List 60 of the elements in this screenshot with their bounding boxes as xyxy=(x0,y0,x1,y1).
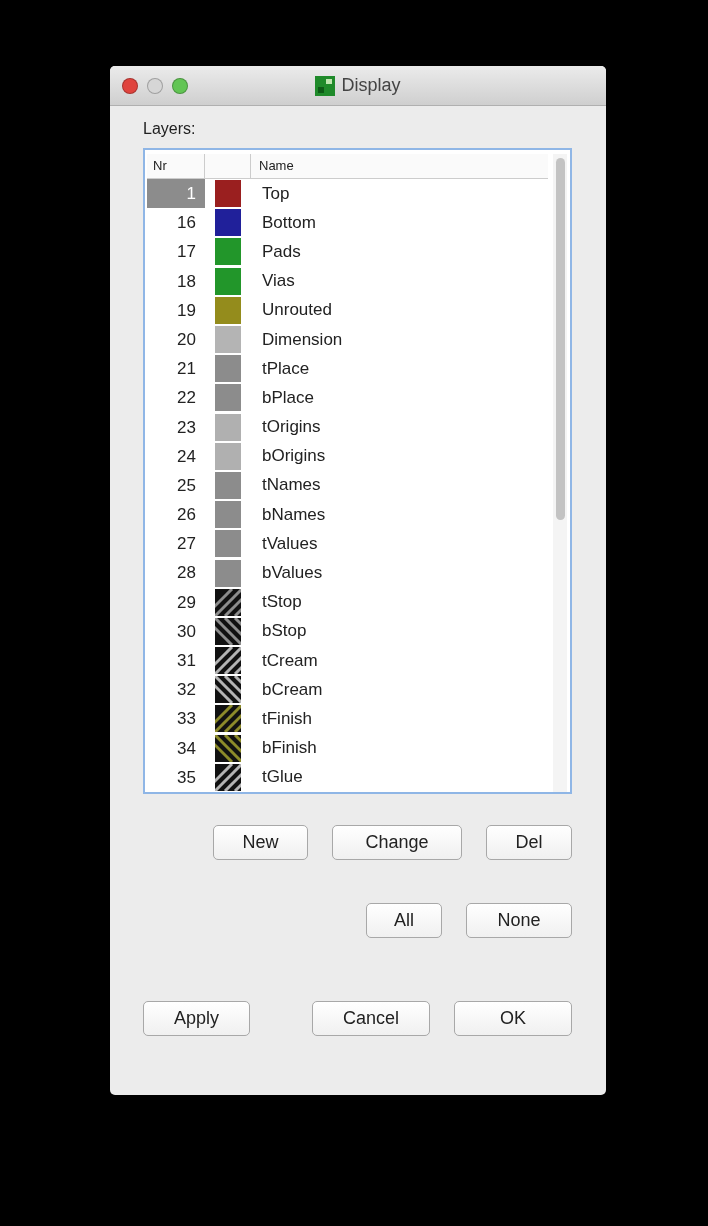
zoom-button[interactable] xyxy=(172,77,188,94)
layer-name[interactable]: Bottom xyxy=(250,212,316,233)
layer-number[interactable]: 26 xyxy=(147,500,205,530)
layer-number[interactable]: 24 xyxy=(147,441,205,471)
layer-name[interactable]: bPlace xyxy=(250,387,314,408)
layer-name[interactable]: Dimension xyxy=(250,329,343,350)
layer-name[interactable]: tOrigins xyxy=(250,417,321,438)
layer-number[interactable]: 31 xyxy=(147,646,205,676)
layers-label: Layers: xyxy=(143,120,196,138)
layer-name[interactable]: tValues xyxy=(250,533,318,554)
layer-name[interactable]: bStop xyxy=(250,621,307,642)
layer-number[interactable]: 19 xyxy=(147,295,205,325)
layer-name[interactable]: Vias xyxy=(250,271,295,292)
layer-name[interactable]: Pads xyxy=(250,241,301,262)
layer-number[interactable]: 27 xyxy=(147,529,205,559)
layer-number[interactable]: 22 xyxy=(147,383,205,413)
select-button[interactable]: None xyxy=(466,903,572,938)
layer-button[interactable]: Del xyxy=(486,825,572,860)
layer-button[interactable]: Change xyxy=(332,825,462,860)
layer-number[interactable]: 23 xyxy=(147,412,205,442)
layer-number[interactable]: 29 xyxy=(147,587,205,617)
layer-name[interactable]: tCream xyxy=(250,650,318,671)
layer-name[interactable]: tGlue xyxy=(250,767,303,788)
layer-number[interactable]: 16 xyxy=(147,208,205,238)
layer-number[interactable]: 35 xyxy=(147,762,205,792)
close-button[interactable] xyxy=(122,77,138,94)
select-button[interactable]: All xyxy=(366,903,442,938)
layer-name[interactable]: tPlace xyxy=(250,358,310,379)
layer-number[interactable]: 33 xyxy=(147,704,205,734)
layer-number[interactable]: 30 xyxy=(147,616,205,646)
layer-name[interactable]: bCream xyxy=(250,679,323,700)
app-icon xyxy=(315,75,336,96)
layer-name[interactable]: bNames xyxy=(250,504,326,525)
layer-name[interactable]: tFinish xyxy=(250,708,313,729)
layer-number[interactable]: 28 xyxy=(147,558,205,588)
dialog-button[interactable]: Apply xyxy=(143,1001,250,1036)
dialog-button[interactable]: Cancel xyxy=(312,1001,430,1036)
layer-name[interactable]: tNames xyxy=(250,475,321,496)
layer-number[interactable]: 20 xyxy=(147,324,205,355)
column-header[interactable]: Nr xyxy=(147,154,205,178)
layer-name[interactable]: Unrouted xyxy=(250,300,332,321)
layer-name[interactable]: bValues xyxy=(250,563,323,584)
layer-number[interactable]: 32 xyxy=(147,675,205,705)
layer-number[interactable]: 21 xyxy=(147,354,205,384)
layer-name[interactable]: bFinish xyxy=(250,738,317,759)
layer-button[interactable]: New xyxy=(213,825,308,860)
layer-name[interactable]: Top xyxy=(250,183,290,204)
layer-number[interactable]: 25 xyxy=(147,470,205,501)
layer-number[interactable]: 34 xyxy=(147,733,205,763)
window-title: Display xyxy=(341,75,401,96)
dialog-button[interactable]: OK xyxy=(454,1001,572,1036)
scroll-thumb[interactable] xyxy=(555,158,565,520)
layers-list[interactable] xyxy=(143,148,572,794)
scrollbar[interactable] xyxy=(553,154,567,792)
column-header[interactable]: Name xyxy=(251,154,294,178)
layer-number[interactable]: 17 xyxy=(147,237,205,267)
layer-name[interactable]: tStop xyxy=(250,592,302,613)
layer-number[interactable]: 18 xyxy=(147,266,205,296)
minimize-button[interactable] xyxy=(147,77,163,94)
layer-name[interactable]: bOrigins xyxy=(250,446,326,467)
